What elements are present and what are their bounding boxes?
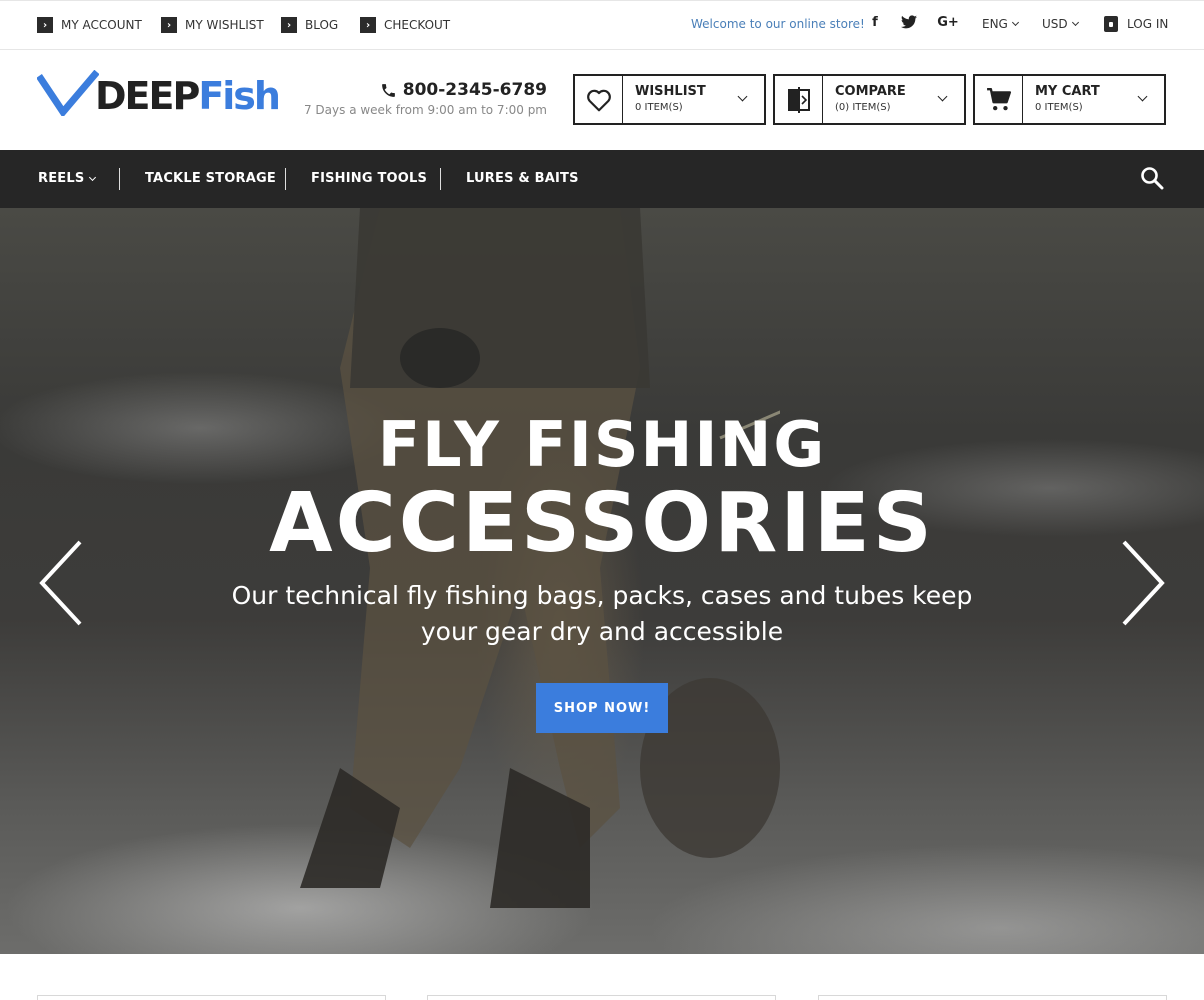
lock-icon (1104, 16, 1118, 32)
wishlist-title: WISHLIST (635, 84, 706, 99)
login-label: LOG IN (1127, 17, 1169, 31)
phone-number: 800-2345-6789 (380, 80, 547, 100)
my-wishlist-label: MY WISHLIST (185, 18, 264, 32)
chevron-down-icon (1071, 18, 1079, 27)
search-icon[interactable] (1140, 166, 1164, 190)
hero-title-line2: ACCESSORIES (269, 476, 935, 571)
opening-hours: 7 Days a week from 9:00 am to 7:00 pm (303, 103, 547, 117)
currency-select[interactable]: USD (1042, 17, 1079, 31)
chevron-right-icon: › (281, 17, 297, 33)
logo-check-icon (37, 70, 99, 116)
slider-prev-arrow-icon[interactable] (36, 538, 86, 628)
compare-title: COMPARE (835, 84, 906, 99)
chevron-right-icon: › (37, 17, 53, 33)
hero-subtitle-line1: Our technical fly fishing bags, packs, c… (231, 581, 973, 610)
heart-icon (575, 76, 623, 123)
checkout-label: CHECKOUT (384, 18, 451, 32)
wishlist-count: 0 ITEM(S) (635, 102, 683, 113)
slider-next-arrow-icon[interactable] (1118, 538, 1168, 628)
chevron-right-icon: › (161, 17, 177, 33)
cart-count: 0 ITEM(S) (1035, 102, 1083, 113)
currency-value: USD (1042, 17, 1068, 31)
chevron-down-icon (937, 91, 948, 102)
phone-value: 800-2345-6789 (402, 80, 547, 100)
nav-item-label: REELS (38, 171, 85, 186)
promo-card[interactable] (818, 995, 1167, 1000)
nav-item-tackle-storage[interactable]: TACKLE STORAGE (145, 171, 276, 186)
login-link[interactable]: LOG IN (1104, 16, 1168, 32)
hero-title-line1: FLY FISHING (377, 408, 827, 481)
promo-card[interactable] (427, 995, 776, 1000)
nav-item-fishing-tools[interactable]: FISHING TOOLS (311, 171, 427, 186)
nav-item-reels[interactable]: REELS (38, 171, 97, 186)
cart-title: MY CART (1035, 84, 1100, 99)
nav-divider (119, 168, 120, 190)
checkout-link[interactable]: › CHECKOUT (360, 16, 450, 34)
phone-icon (381, 83, 395, 97)
google-plus-icon[interactable]: G+ (937, 15, 959, 33)
chevron-down-icon (89, 173, 97, 181)
chevron-down-icon (737, 91, 748, 102)
welcome-message: Welcome to our online store! (691, 17, 865, 31)
hero-subtitle-line2: your gear dry and accessible (420, 617, 784, 646)
compare-dropdown[interactable]: COMPARE (0) ITEM(S) (773, 74, 966, 125)
cart-dropdown[interactable]: MY CART 0 ITEM(S) (973, 74, 1166, 125)
nav-divider (285, 168, 286, 190)
cart-icon (975, 76, 1023, 123)
hero-slider: FLY FISHING ACCESSORIES Our technical fl… (0, 208, 1204, 954)
site-logo[interactable]: DEEPFish (37, 68, 281, 118)
wishlist-dropdown[interactable]: WISHLIST 0 ITEM(S) (573, 74, 766, 125)
facebook-icon[interactable]: f (867, 15, 883, 33)
blog-link[interactable]: › BLOG (281, 16, 338, 34)
language-select[interactable]: ENG (982, 17, 1019, 31)
top-bar: › MY ACCOUNT › MY WISHLIST › BLOG › CHEC… (0, 0, 1204, 50)
chevron-right-icon: › (360, 17, 376, 33)
twitter-icon[interactable] (900, 15, 918, 33)
main-nav: REELS TACKLE STORAGE FISHING TOOLS LURES… (0, 150, 1204, 208)
logo-text: DEEPFish (95, 74, 281, 118)
shop-now-button[interactable]: SHOP NOW! (536, 683, 668, 733)
my-account-label: MY ACCOUNT (61, 18, 142, 32)
language-value: ENG (982, 17, 1008, 31)
compare-icon (775, 76, 823, 123)
nav-divider (440, 168, 441, 190)
blog-label: BLOG (305, 18, 339, 32)
chevron-down-icon (1011, 18, 1019, 27)
compare-count: (0) ITEM(S) (835, 102, 891, 113)
nav-item-lures-baits[interactable]: LURES & BAITS (466, 171, 579, 186)
my-account-link[interactable]: › MY ACCOUNT (37, 16, 142, 34)
promo-card[interactable] (37, 995, 386, 1000)
chevron-down-icon (1137, 91, 1148, 102)
hero-subtitle: Our technical fly fishing bags, packs, c… (0, 578, 1204, 650)
my-wishlist-link[interactable]: › MY WISHLIST (161, 16, 264, 34)
